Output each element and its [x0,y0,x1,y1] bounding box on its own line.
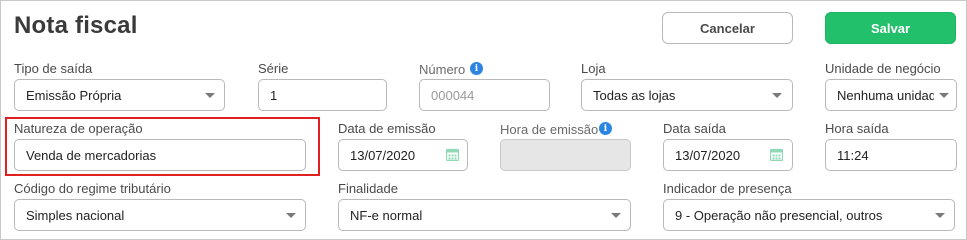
unidade-select[interactable]: Nenhuma unidade [825,79,957,111]
hora-saida-input[interactable]: 11:24 [825,139,957,171]
presenca-label: Indicador de presença [663,181,792,196]
finalidade-select[interactable]: NF-e normal [338,199,631,231]
numero-placeholder: 000044 [431,87,475,103]
serie-input[interactable]: 1 [258,79,387,111]
finalidade-label: Finalidade [338,181,398,196]
data-emissao-label: Data de emissão [338,121,436,136]
unidade-value: Nenhuma unidade [837,87,934,103]
data-saida-label: Data saída [663,121,726,136]
natureza-input[interactable]: Venda de mercadorias [14,139,306,171]
chevron-down-icon [935,213,945,218]
data-emissao-value: 13/07/2020 [350,147,416,163]
cancel-button[interactable]: Cancelar [662,12,793,44]
finalidade-value: NF-e normal [350,207,423,223]
chevron-down-icon [286,213,296,218]
presenca-value: 9 - Operação não presencial, outros [675,207,883,223]
loja-select[interactable]: Todas as lojas [581,79,793,111]
regime-select[interactable]: Simples nacional [14,199,306,231]
tipo-saida-label: Tipo de saída [14,61,93,76]
save-button[interactable]: Salvar [825,12,956,44]
natureza-value: Venda de mercadorias [26,147,157,163]
serie-value: 1 [270,87,278,103]
hora-emissao-label: Hora de emissão [500,122,599,137]
page-title: Nota fiscal [14,12,138,39]
hora-saida-value: 11:24 [837,147,869,163]
unidade-label: Unidade de negócio [825,61,941,76]
info-icon[interactable]: i [599,122,612,135]
hora-saida-label: Hora saída [825,121,889,136]
numero-label: Número [419,62,466,77]
loja-label: Loja [581,61,606,76]
chevron-down-icon [772,93,782,98]
tipo-saida-value: Emissão Própria [26,87,122,103]
hora-emissao-input [500,139,631,171]
tipo-saida-select[interactable]: Emissão Própria [14,79,225,111]
regime-value: Simples nacional [26,207,125,223]
presenca-select[interactable]: 9 - Operação não presencial, outros [663,199,955,231]
chevron-down-icon [939,93,949,98]
regime-label: Código do regime tributário [14,181,171,196]
data-saida-value: 13/07/2020 [675,147,741,163]
nota-fiscal-panel: Nota fiscal Cancelar Salvar Tipo de saíd… [0,0,967,240]
chevron-down-icon [205,93,215,98]
serie-label: Série [258,61,289,76]
natureza-label: Natureza de operação [14,121,143,136]
loja-value: Todas as lojas [593,87,676,103]
calendar-icon[interactable] [770,148,783,161]
numero-input[interactable]: 000044 [419,79,550,111]
info-icon[interactable]: i [470,62,483,75]
chevron-down-icon [611,213,621,218]
calendar-icon[interactable] [446,148,459,161]
